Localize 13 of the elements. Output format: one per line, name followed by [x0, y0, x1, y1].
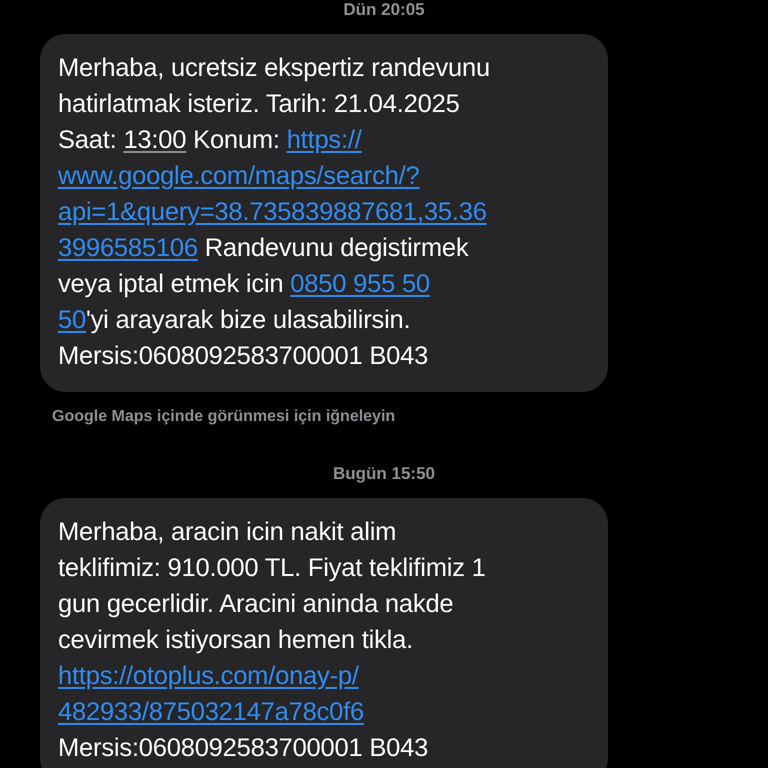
timestamp: Bugün 15:50	[332, 464, 436, 484]
link[interactable]: www.google.com/maps/search/?	[58, 162, 420, 190]
link[interactable]: 0850 955 50	[290, 270, 430, 298]
link[interactable]: api=1&query=38.735839887681,35.36	[58, 198, 487, 226]
timestamp: Dün 20:05	[343, 0, 425, 20]
link[interactable]: https://	[286, 126, 362, 154]
link[interactable]: 3996585106	[58, 234, 198, 262]
message-text: Merhaba, aracin icin nakit alim teklifimiz: 910.000 TL. Fiyat teklifimiz 1 gun gecerlidir. Aracini aninda nakde cevirmek istiyorsan hemen tikla. https://otoplus.com/onay-p/ 482933/875032147a78c0f6 Mersis:0608092583700001 B043	[58, 517, 487, 764]
hint-text: Google Maps içinde görünmesi için iğneleyin	[52, 408, 396, 426]
message-text: Merhaba, ucretsiz ekspertiz randevunu hatirlatmak isteriz. Tarih: 21.04.2025 Saat: 13:00 Konum: https:// www.google.com/maps/search/? api=1&query=38.735839887681,35.36 3996585106 Randevunu degistirmek veya iptal etmek icin 0850 955 50 50'yi arayarak bize ulasabilirsin. Mersis:0608092583700001 B043	[58, 53, 491, 372]
link[interactable]: 50	[58, 306, 86, 334]
link[interactable]: https://otoplus.com/onay-p/	[58, 662, 359, 690]
link[interactable]: 482933/875032147a78c0f6	[58, 698, 364, 726]
